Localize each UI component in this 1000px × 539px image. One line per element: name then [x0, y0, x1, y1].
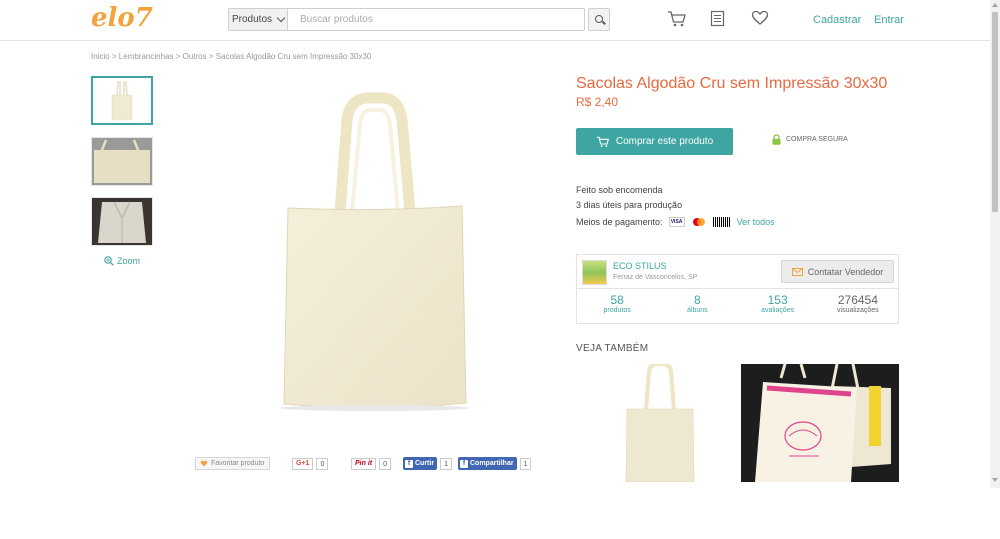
favorite-product-button[interactable]: Favoritar produto [195, 457, 270, 470]
seller-header: ECO STILUS Ferraz de Vasconcelos, SP Con… [577, 255, 898, 289]
seller-stats: 58 produtos 8 álbuns 153 avaliações 2764… [577, 289, 898, 324]
thumbnail-1[interactable] [91, 76, 153, 125]
pin-it-button[interactable]: Pin it [351, 457, 377, 470]
search-category-label: Produtos [231, 14, 273, 25]
pinterest-widget: Pin it 0 [351, 457, 392, 470]
page-scrollbar[interactable] [990, 0, 1000, 488]
facebook-like-widget: f Curtir 1 [403, 457, 452, 470]
main-product-image[interactable] [270, 90, 480, 420]
seller-stat-label: avaliações [761, 307, 795, 314]
tote-bag-thumbnail-image [93, 78, 151, 123]
payment-methods: Meios de pagamento: VISA Ver todos [576, 217, 775, 227]
product-title: Sacolas Algodão Cru sem Impressão 30x30 [576, 75, 888, 92]
product-price: R$ 2,40 [576, 95, 619, 109]
made-to-order-text: Feito sob encomenda [576, 185, 663, 195]
zoom-label: Zoom [117, 256, 141, 266]
google-plus-widget: G+1 0 [292, 457, 329, 470]
favorite-product-label: Favoritar produto [211, 460, 265, 467]
boleto-icon [712, 217, 731, 227]
register-link[interactable]: Cadastrar [813, 14, 861, 26]
login-link[interactable]: Entrar [874, 14, 904, 26]
search-button[interactable] [588, 8, 610, 31]
see-also-heading: VEJA TAMBÉM [576, 343, 649, 354]
tote-bag-flat-thumbnail-image [92, 138, 152, 185]
google-plus-button[interactable]: G+1 [292, 457, 314, 470]
seller-stat-views: 276454 visualizações [818, 289, 898, 324]
seller-stat-label: produtos [603, 307, 631, 314]
buy-product-button[interactable]: Comprar este produto [576, 128, 733, 155]
mastercard-card-icon [692, 218, 705, 226]
see-all-payments-link[interactable]: Ver todos [737, 217, 775, 227]
search-category-select[interactable]: Produtos [229, 9, 288, 30]
facebook-like-count: 1 [440, 457, 452, 470]
zoom-button[interactable]: Zoom [104, 256, 140, 266]
seller-stat-label: álbuns [687, 307, 708, 314]
search-icon-handle [602, 20, 606, 25]
facebook-share-label: Compartilhar [470, 460, 514, 467]
thumbnail-3[interactable] [91, 197, 153, 246]
facebook-icon: f [405, 459, 413, 468]
seller-location: Ferraz de Vasconcelos, SP [613, 274, 698, 281]
orders-list-icon[interactable] [710, 10, 726, 27]
thumbnail-2[interactable] [91, 137, 153, 186]
seller-box: ECO STILUS Ferraz de Vasconcelos, SP Con… [576, 254, 899, 324]
seller-name[interactable]: ECO STILUS [613, 261, 667, 271]
contact-seller-button[interactable]: Contatar Vendedor [781, 260, 894, 283]
facebook-icon: f [460, 459, 468, 468]
seller-stat-value: 8 [694, 293, 701, 307]
chevron-down-icon [276, 13, 286, 23]
facebook-share-count: 1 [519, 457, 532, 470]
search-input[interactable] [288, 9, 584, 30]
seller-stat-albums[interactable]: 8 álbuns [657, 289, 737, 324]
visa-card-icon: VISA [668, 217, 685, 227]
site-header: elo7 Produtos Cadastrar Entrar [0, 0, 990, 41]
elo7-logo[interactable]: elo7 [91, 3, 153, 33]
secure-purchase-label: COMPRA SEGURA [786, 136, 848, 143]
seller-stat-value: 58 [610, 293, 624, 307]
buy-product-label: Comprar este produto [615, 136, 714, 147]
tote-bag-stack-thumbnail-image [92, 198, 152, 245]
contact-seller-label: Contatar Vendedor [807, 266, 884, 277]
seller-avatar[interactable] [582, 260, 607, 285]
secure-purchase-badge: COMPRA SEGURA [772, 134, 848, 145]
scroll-up-icon[interactable] [992, 3, 998, 7]
scrollbar-thumb[interactable] [992, 12, 998, 212]
related-product-2[interactable] [741, 364, 899, 482]
search-bar: Produtos [228, 8, 585, 31]
envelope-icon [791, 267, 803, 276]
cart-icon[interactable] [667, 10, 687, 28]
seller-stat-label: visualizações [837, 307, 879, 314]
google-plus-count: 0 [316, 457, 329, 470]
seller-stat-value: 276454 [837, 293, 878, 307]
cart-icon [596, 136, 609, 147]
production-time-text: 3 dias úteis para produção [576, 200, 683, 210]
heart-icon [200, 460, 208, 467]
facebook-like-button[interactable]: f Curtir [403, 457, 438, 470]
zoom-icon [104, 256, 114, 266]
heart-icon[interactable] [751, 10, 769, 26]
breadcrumb[interactable]: Inicio > Lembrancinhas > Outros > Sacola… [91, 52, 371, 61]
facebook-share-button[interactable]: f Compartilhar [458, 457, 517, 470]
scroll-down-icon[interactable] [992, 478, 998, 482]
pin-it-count: 0 [379, 457, 392, 470]
seller-stat-products[interactable]: 58 produtos [577, 289, 657, 324]
seller-stat-reviews[interactable]: 153 avaliações [738, 289, 818, 324]
payment-methods-label: Meios de pagamento: [576, 217, 663, 227]
seller-stat-value: 153 [767, 293, 788, 307]
facebook-like-label: Curtir [415, 460, 435, 467]
lock-icon [772, 134, 781, 145]
facebook-share-widget: f Compartilhar 1 [458, 457, 532, 470]
related-product-1[interactable] [610, 364, 710, 482]
